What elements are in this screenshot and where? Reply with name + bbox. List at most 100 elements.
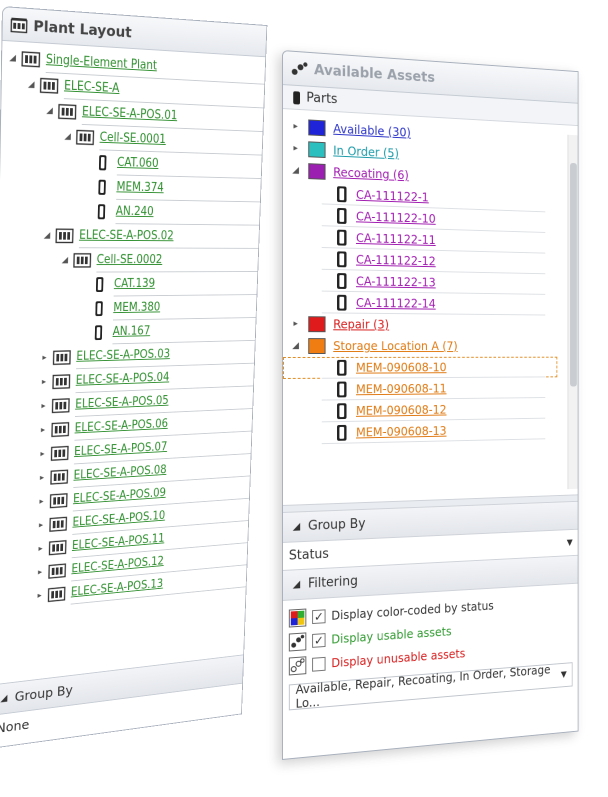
asset-item-label[interactable]: MEM-090608-13: [356, 424, 447, 439]
element-icon: [21, 50, 40, 69]
plant-tree-label[interactable]: CAT.060: [117, 156, 159, 171]
assets-icon: [291, 61, 308, 75]
expand-arrow-icon[interactable]: ▸: [35, 591, 44, 601]
expand-arrow-icon[interactable]: ▸: [291, 319, 301, 329]
expand-arrow-icon[interactable]: ▸: [291, 143, 301, 154]
assets-icon: [288, 656, 307, 676]
element-icon: [52, 397, 71, 414]
element-icon: [76, 129, 95, 147]
chevron-down-icon[interactable]: ▼: [561, 670, 567, 680]
expand-arrow-icon[interactable]: ▸: [38, 449, 47, 459]
asset-item-label[interactable]: MEM-090608-12: [356, 403, 447, 418]
plant-tree-label[interactable]: AN.167: [113, 324, 151, 338]
status-color-swatch: [308, 316, 326, 333]
asset-item-label[interactable]: CA-111122-10: [356, 210, 436, 226]
collapse-arrow-icon[interactable]: ◢: [26, 80, 36, 90]
asset-group-label[interactable]: Available (30): [333, 122, 411, 140]
asset-group-label[interactable]: Repair (3): [333, 317, 389, 331]
part-icon: [337, 186, 347, 203]
status-color-swatch: [308, 163, 326, 180]
plant-tree-row[interactable]: ◢ Cell-SE.0002: [0, 248, 258, 273]
plant-tree-row[interactable]: ◢ ELEC-SE-A-POS.02: [0, 223, 259, 249]
part-icon: [337, 294, 347, 311]
collapse-arrow-icon[interactable]: ◢: [42, 231, 51, 241]
plant-tree-label[interactable]: Single-Element Plant: [46, 52, 157, 73]
plant-tree-label[interactable]: ELEC-SE-A-POS.05: [75, 394, 169, 411]
asset-item-label[interactable]: CA-111122-11: [356, 231, 436, 247]
usable-checkbox[interactable]: ✓: [312, 633, 326, 648]
collapse-arrow-icon[interactable]: ◢: [63, 132, 72, 142]
asset-item-label[interactable]: CA-111122-1: [356, 188, 429, 204]
part-icon: [98, 155, 107, 171]
collapse-icon[interactable]: ◢: [293, 521, 300, 532]
plant-tree-label[interactable]: ELEC-SE-A: [64, 79, 120, 96]
expand-arrow-icon[interactable]: ▸: [40, 353, 49, 363]
asset-group-row[interactable]: ◢ Storage Location A (7): [283, 335, 557, 357]
plant-layout-icon: [10, 17, 28, 34]
collapse-arrow-icon[interactable]: ◢: [60, 256, 69, 265]
plant-tree-row[interactable]: AN.240: [0, 198, 260, 226]
asset-item-label[interactable]: CA-111122-14: [356, 296, 436, 311]
assets-icon: [288, 632, 307, 652]
group-by-label: Group By: [14, 683, 73, 705]
unusable-checkbox[interactable]: [312, 656, 326, 672]
asset-tree-scrollbar[interactable]: [567, 134, 578, 490]
plant-tree-label[interactable]: MEM.380: [113, 301, 160, 315]
collapse-icon[interactable]: ◢: [0, 693, 7, 704]
expand-arrow-icon[interactable]: ▸: [36, 521, 45, 531]
plant-tree-label[interactable]: ELEC-SE-A-POS.09: [73, 486, 166, 506]
asset-group-label[interactable]: Recoating (6): [333, 165, 409, 182]
collapse-icon[interactable]: ◢: [293, 579, 300, 590]
asset-item-label[interactable]: MEM-090608-11: [356, 382, 447, 396]
plant-tree-row[interactable]: CAT.139: [0, 272, 257, 298]
group-by-value: Status: [288, 546, 329, 564]
asset-item-label[interactable]: MEM-090608-10: [356, 361, 447, 375]
plant-tree-label[interactable]: CAT.139: [114, 277, 155, 291]
expand-arrow-icon[interactable]: ▸: [39, 402, 48, 412]
expand-arrow-icon[interactable]: ▸: [37, 473, 46, 483]
color-coded-checkbox[interactable]: ✓: [312, 609, 326, 625]
expand-arrow-icon[interactable]: ▸: [37, 497, 46, 507]
available-assets-title: Available Assets: [314, 61, 435, 86]
plant-tree-label[interactable]: ELEC-SE-A-POS.06: [75, 417, 169, 435]
asset-item-row[interactable]: MEM-090608-13: [283, 418, 557, 445]
plant-tree-label[interactable]: ELEC-SE-A-POS.08: [73, 463, 166, 482]
asset-item-label[interactable]: CA-111122-12: [356, 253, 436, 268]
part-icon: [337, 381, 347, 398]
plant-tree-label[interactable]: ELEC-SE-A-POS.04: [76, 371, 170, 388]
plant-tree-label[interactable]: MEM.374: [116, 180, 164, 195]
plant-tree-label[interactable]: ELEC-SE-A-POS.10: [72, 509, 165, 529]
asset-item-label[interactable]: CA-111122-13: [356, 274, 436, 289]
unusable-label: Display unusable assets: [331, 646, 466, 671]
asset-group-row[interactable]: ▸ Repair (3): [283, 313, 557, 336]
plant-tree-label[interactable]: ELEC-SE-A-POS.01: [82, 105, 178, 123]
element-icon: [50, 468, 68, 486]
palette-icon: [288, 608, 307, 628]
parts-label: Parts: [306, 90, 338, 108]
expand-arrow-icon[interactable]: ▸: [39, 377, 48, 387]
collapse-arrow-icon[interactable]: ◢: [8, 53, 18, 63]
element-icon: [49, 515, 67, 533]
expand-arrow-icon[interactable]: ▸: [38, 426, 47, 436]
plant-tree-label[interactable]: ELEC-SE-A-POS.02: [79, 228, 174, 243]
plant-tree-label[interactable]: ELEC-SE-A-POS.07: [74, 440, 167, 459]
part-icon: [94, 325, 103, 341]
scrollbar-thumb[interactable]: [570, 162, 577, 387]
expand-arrow-icon[interactable]: ▸: [35, 568, 44, 578]
collapse-arrow-icon[interactable]: ◢: [291, 341, 301, 351]
asset-item-row[interactable]: MEM-090608-10: [282, 356, 558, 379]
plant-tree-label[interactable]: Cell-SE.0002: [97, 253, 163, 267]
expand-arrow-icon[interactable]: ▸: [36, 544, 45, 554]
asset-item-row[interactable]: CA-111122-14: [283, 291, 557, 316]
asset-group-label[interactable]: Storage Location A (7): [333, 339, 457, 353]
expand-arrow-icon[interactable]: ▸: [291, 121, 301, 132]
plant-tree-label[interactable]: AN.240: [116, 204, 154, 218]
collapse-arrow-icon[interactable]: ◢: [291, 165, 301, 175]
asset-group-label[interactable]: In Order (5): [333, 144, 399, 161]
chevron-down-icon[interactable]: ▼: [567, 538, 573, 548]
element-icon: [51, 445, 69, 462]
element-icon: [52, 373, 71, 390]
collapse-arrow-icon[interactable]: ◢: [45, 106, 55, 116]
plant-tree-label[interactable]: ELEC-SE-A-POS.03: [76, 347, 170, 363]
plant-tree-label[interactable]: Cell-SE.0001: [100, 130, 167, 146]
